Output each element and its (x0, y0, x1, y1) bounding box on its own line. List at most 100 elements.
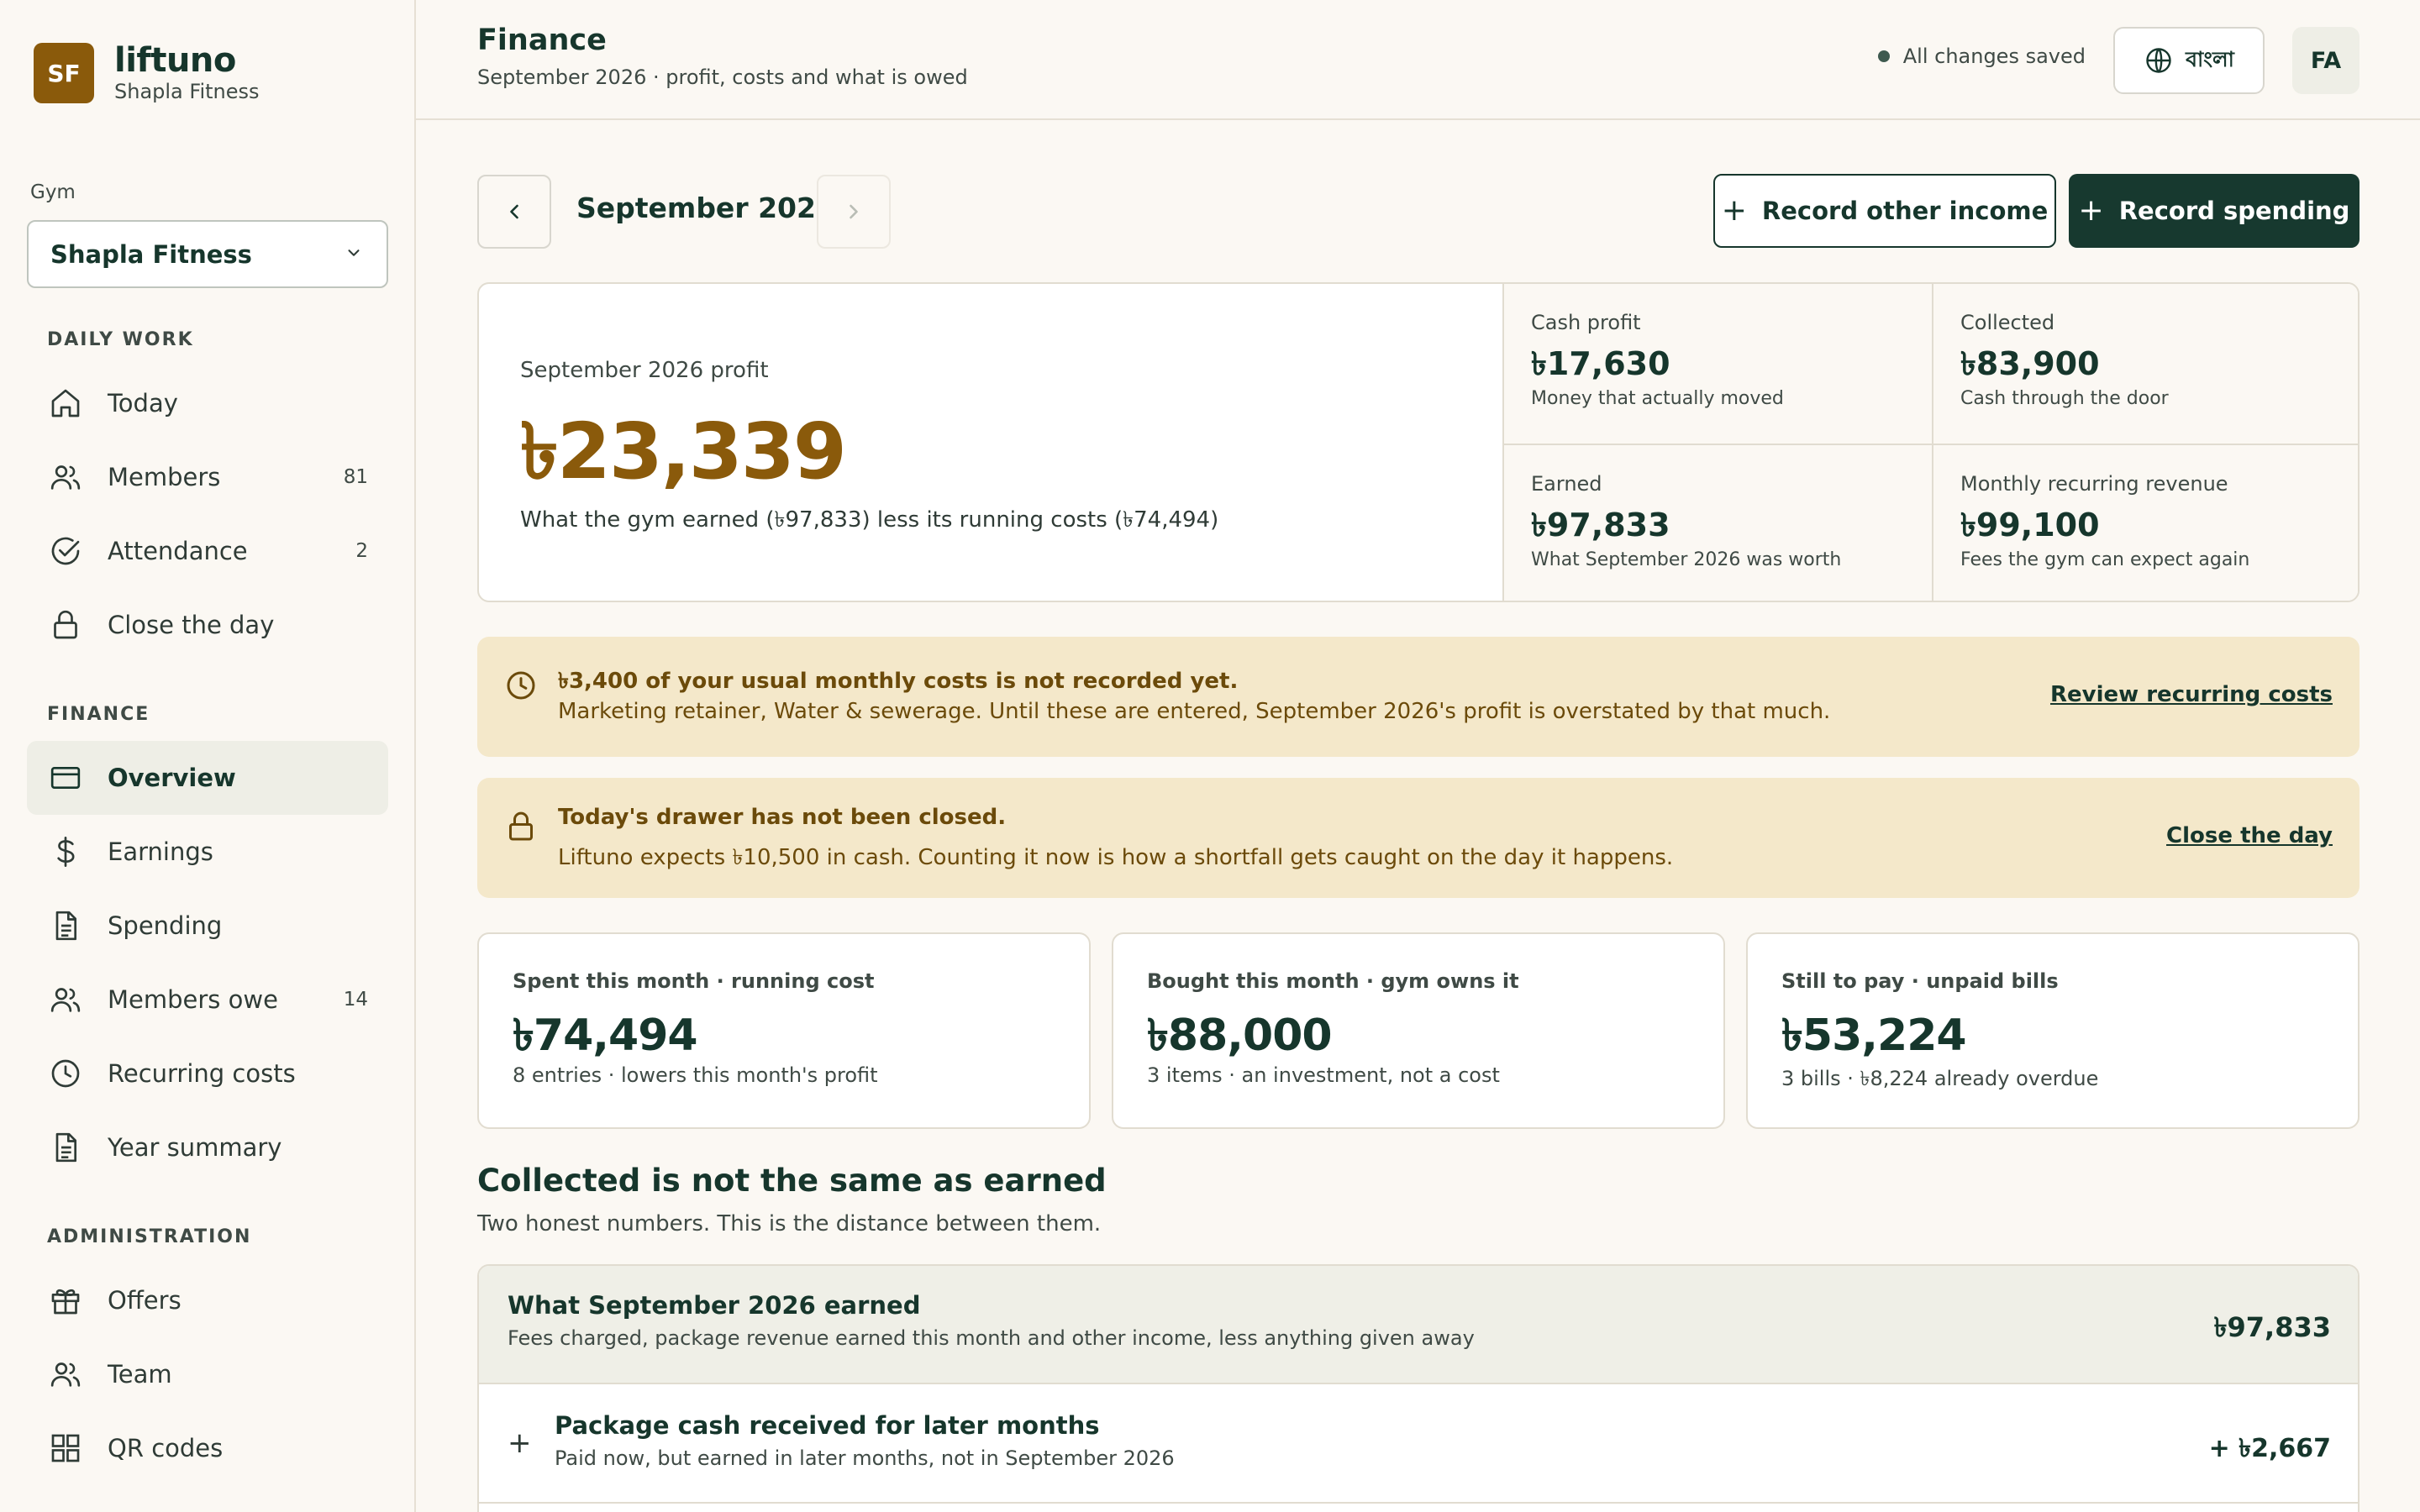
language-toggle-button[interactable]: বাংলা (2113, 27, 2265, 94)
gym-avatar: SF (34, 43, 94, 103)
row-subtitle: Paid now, but earned in later months, no… (555, 1446, 1175, 1470)
chevron-down-icon (345, 244, 363, 265)
still-to-pay-card[interactable]: Still to pay · unpaid bills ৳53,224 3 bi… (1746, 932, 2360, 1129)
section-administration: ADMINISTRATION (47, 1226, 252, 1247)
next-month-button[interactable] (817, 175, 891, 249)
sidebar-item-team[interactable]: Team (27, 1337, 388, 1411)
sidebar-item-year-summary[interactable]: Year summary (27, 1110, 388, 1184)
profit-note: What the gym earned (৳97,833) less its r… (520, 507, 1219, 533)
home-icon (47, 385, 84, 422)
tile-note: What September 2026 was worth (1531, 549, 1842, 570)
record-spending-button[interactable]: + Record spending (2069, 174, 2360, 248)
alert-title: Today's drawer has not been closed. (558, 805, 1007, 830)
ledger-header-amount: ৳97,833 (2213, 1311, 2331, 1343)
row-amount: + ৳2,667 (2208, 1434, 2331, 1463)
sidebar-item-label: Spending (108, 911, 223, 940)
tile-value: ৳17,630 (1531, 345, 1670, 382)
record-other-income-button[interactable]: + Record other income (1713, 174, 2056, 248)
chevron-right-icon (850, 204, 858, 219)
lock-icon (504, 810, 538, 847)
sidebar-item-members-owe[interactable]: Members owe 14 (27, 963, 388, 1037)
tile-note: Money that actually moved (1531, 388, 1784, 409)
record-other-income-label: Record other income (1761, 197, 2049, 225)
alert-body: Liftuno expects ৳10,500 in cash. Countin… (558, 845, 1674, 870)
tile-note: Cash through the door (1960, 388, 2169, 409)
tile-value: ৳99,100 (1960, 507, 2100, 543)
grid-icon (47, 1430, 84, 1467)
sidebar-item-offers[interactable]: Offers (27, 1263, 388, 1337)
tile-value: ৳83,900 (1960, 345, 2100, 382)
sidebar-item-label: Today (108, 389, 178, 417)
profit-value: ৳23,339 (520, 407, 847, 496)
stat-label: Bought this month · gym owns it (1147, 969, 1519, 993)
sidebar-item-today[interactable]: Today (27, 366, 388, 440)
alert-body: Marketing retainer, Water & sewerage. Un… (558, 699, 1831, 724)
section-daily-work: DAILY WORK (47, 329, 194, 350)
clock-icon (47, 1055, 84, 1092)
bought-this-month-card[interactable]: Bought this month · gym owns it ৳88,000 … (1112, 932, 1725, 1129)
sidebar-item-label: Members (108, 463, 221, 491)
collected-tile: Collected ৳83,900 Cash through the door (1932, 284, 2358, 444)
close-the-day-link[interactable]: Close the day (2166, 823, 2333, 848)
earned-vs-collected-table: What September 2026 earned Fees charged,… (477, 1264, 2360, 1512)
review-recurring-costs-link[interactable]: Review recurring costs (2050, 682, 2333, 707)
page-subtitle: September 2026 · profit, costs and what … (477, 66, 968, 89)
section-subtitle: Two honest numbers. This is the distance… (477, 1211, 1102, 1236)
sidebar-item-close-the-day[interactable]: Close the day (27, 588, 388, 662)
lock-icon (47, 606, 84, 643)
stat-note: 3 bills · ৳8,224 already overdue (1781, 1067, 2099, 1090)
unrecorded-costs-alert: ৳3,400 of your usual monthly costs is no… (477, 637, 2360, 757)
tile-label: Collected (1960, 311, 2055, 334)
save-status-text: All changes saved (1902, 45, 2086, 68)
brand[interactable]: SF liftuno Shapla Fitness (34, 42, 260, 104)
sidebar-item-label: Offers (108, 1286, 182, 1315)
sidebar-item-count: 2 (355, 540, 368, 562)
sidebar-item-earnings[interactable]: Earnings (27, 815, 388, 889)
section-finance: FINANCE (47, 704, 150, 725)
globe-icon (2146, 48, 2171, 73)
sidebar-item-members[interactable]: Members 81 (27, 440, 388, 514)
sidebar-item-label: Recurring costs (108, 1059, 296, 1088)
sidebar-item-label: Overview (108, 764, 236, 792)
gym-select[interactable]: Shapla Fitness (27, 220, 388, 288)
gym-select-value: Shapla Fitness (50, 239, 252, 269)
alert-title: ৳3,400 of your usual monthly costs is no… (558, 669, 1239, 694)
tile-value: ৳97,833 (1531, 507, 1670, 543)
sidebar-item-recurring-costs[interactable]: Recurring costs (27, 1037, 388, 1110)
app-logo-text: liftuno (114, 41, 236, 80)
clock-icon (504, 669, 538, 706)
ledger-header-title: What September 2026 earned (508, 1291, 921, 1320)
language-label: বাংলা (2186, 46, 2234, 71)
previous-month-button[interactable] (477, 175, 551, 249)
cash-profit-tile: Cash profit ৳17,630 Money that actually … (1502, 284, 1932, 444)
sidebar-item-overview[interactable]: Overview (27, 741, 388, 815)
page-title: Finance (477, 24, 607, 57)
save-status: All changes saved (1877, 45, 2086, 68)
sidebar-item-spending[interactable]: Spending (27, 889, 388, 963)
tile-label: Monthly recurring revenue (1960, 472, 2228, 496)
document-icon (47, 1129, 84, 1166)
sidebar: SF liftuno Shapla Fitness Gym Shapla Fit… (0, 0, 416, 1512)
drawer-not-closed-alert: Today's drawer has not been closed. Lift… (477, 778, 2360, 898)
sidebar-item-label: QR codes (108, 1434, 224, 1462)
top-bar: Finance September 2026 · profit, costs a… (416, 0, 2420, 120)
profit-summary-card: September 2026 profit ৳23,339 What the g… (477, 282, 2360, 602)
sidebar-item-qr-codes[interactable]: QR codes (27, 1411, 388, 1485)
sidebar-item-label: Earnings (108, 837, 213, 866)
profit-hero: September 2026 profit ৳23,339 What the g… (479, 284, 1502, 601)
profit-label: September 2026 profit (520, 358, 769, 383)
sidebar-item-attendance[interactable]: Attendance 2 (27, 514, 388, 588)
sidebar-item-label: Members owe (108, 985, 278, 1014)
table-row[interactable]: + Package cash received for later months… (479, 1384, 2358, 1504)
spent-this-month-card[interactable]: Spent this month · running cost ৳74,494 … (477, 932, 1091, 1129)
record-spending-label: Record spending (2118, 197, 2350, 225)
dollar-icon (47, 833, 84, 870)
user-avatar[interactable]: FA (2292, 27, 2360, 94)
row-title: Package cash received for later months (555, 1411, 1100, 1440)
stat-label: Still to pay · unpaid bills (1781, 969, 2059, 993)
stat-label: Spent this month · running cost (513, 969, 875, 993)
earned-tile: Earned ৳97,833 What September 2026 was w… (1502, 444, 1932, 601)
stat-note: 8 entries · lowers this month's profit (513, 1063, 878, 1087)
stat-note: 3 items · an investment, not a cost (1147, 1063, 1500, 1087)
status-dot-icon (1877, 50, 1890, 62)
